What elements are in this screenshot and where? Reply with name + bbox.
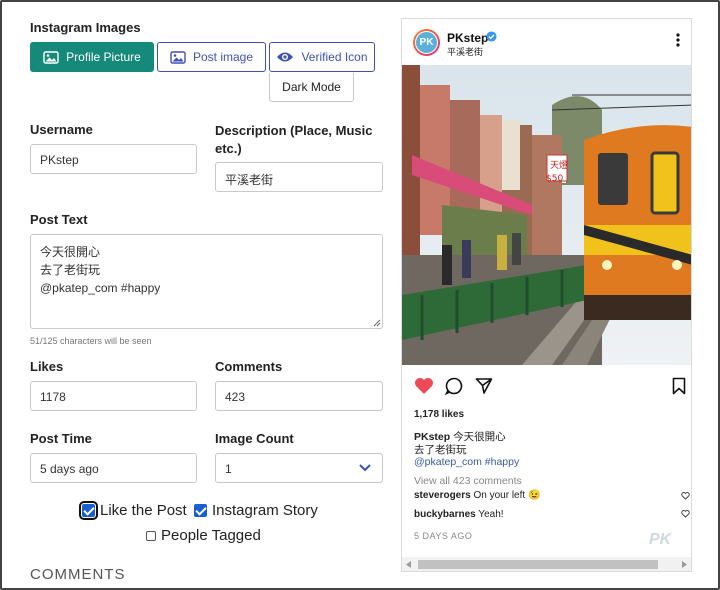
description-label: Description (Place, Music etc.) [215,122,373,158]
post-time: 5 DAYS AGO [414,531,473,541]
post-text-textarea[interactable]: 今天很開心 去了老街玩 @pkatep_com #happy [30,234,383,329]
comment-icon[interactable] [445,377,463,395]
username-input[interactable]: PKstep [30,144,197,174]
description-label-line1: Description (Place, Music [215,123,373,138]
image-count-value: 1 [225,462,232,476]
instagram-story-checkbox[interactable]: Instagram Story [194,502,318,519]
checkbox-checked-icon[interactable] [79,501,98,520]
instagram-preview: PK PKstep 平溪老街 天燈 $50 1,178 likes PKstep… [401,18,692,572]
scroll-right-icon[interactable] [682,561,688,568]
image-count-select[interactable]: 1 [215,453,383,483]
instagram-story-label: Instagram Story [212,502,318,519]
profile-picture-button[interactable]: Profile Picture [30,42,154,72]
avatar-text: PK [415,31,438,54]
preview-location: 平溪老街 [447,47,484,57]
sign-text-2: $50 [546,174,563,184]
like-the-post-checkbox[interactable]: Like the Post [79,501,187,520]
dark-mode-button[interactable]: Dark Mode [269,73,354,102]
likes-label: Likes [30,359,64,374]
image-icon [170,50,186,64]
comment-2: buckybarnes Yeah! [414,509,504,520]
preview-likes: 1,178 likes [414,409,465,420]
post-text-label: Post Text [30,212,88,227]
comments-heading: COMMENTS [30,566,126,583]
post-time-label: Post Time [30,431,92,446]
eye-icon [277,52,294,62]
horizontal-scrollbar[interactable] [402,557,691,571]
post-time-input[interactable]: 5 days ago [30,453,197,483]
char-count: 51/125 characters will be seen [30,336,152,346]
instagram-images-title: Instagram Images [30,20,141,35]
small-heart-icon[interactable] [681,510,690,518]
caption-text-3[interactable]: @pkatep_com #happy [414,456,519,468]
verified-icon-label: Verified Icon [301,50,368,64]
image-count-label: Image Count [215,431,294,446]
image-icon [43,50,59,64]
likes-input[interactable]: 1178 [30,381,197,411]
sign-text-1: 天燈 [550,159,568,171]
like-the-post-label: Like the Post [100,502,187,519]
description-label-line2: etc.) [215,141,242,156]
chevron-down-icon [359,464,371,472]
avatar: PK [413,29,440,56]
comments-input[interactable]: 423 [215,381,383,411]
comment-1-text: On your left 😉 [473,490,541,501]
comment-1: steverogers On your left 😉 [414,490,540,501]
scrollbar-thumb[interactable] [418,560,658,569]
post-image-button[interactable]: Post image [157,42,266,72]
people-tagged-checkbox[interactable]: People Tagged [146,527,261,544]
comment-1-user: steverogers [414,490,471,501]
view-all-comments-link[interactable]: View all 423 comments [414,475,522,487]
scroll-left-icon[interactable] [406,561,412,568]
comments-label: Comments [215,359,283,374]
people-tagged-label: People Tagged [161,527,261,544]
username-label: Username [30,122,93,137]
preview-username: PKstep [447,31,489,45]
bookmark-icon[interactable] [672,377,686,395]
checkbox-checked-icon[interactable] [194,504,207,517]
checkbox-unchecked-icon[interactable] [146,530,156,541]
caption-text-2: 去了老街玩 [414,444,467,456]
resize-grip-icon[interactable] [372,318,381,327]
more-options-icon[interactable] [676,33,680,47]
heart-icon[interactable] [414,377,434,395]
watermark-logo: PK [649,531,672,548]
profile-picture-label: Profile Picture [66,50,141,64]
comment-2-user: buckybarnes [414,509,476,520]
share-icon[interactable] [475,377,493,395]
verified-icon-button[interactable]: Verified Icon [269,42,375,72]
description-input[interactable]: 平溪老街 [215,162,383,192]
verified-badge-icon [486,31,497,42]
post-photo: 天燈 $50 [402,65,691,365]
small-heart-icon[interactable] [681,492,690,500]
comment-2-text: Yeah! [478,509,504,520]
post-image-label: Post image [192,50,254,64]
